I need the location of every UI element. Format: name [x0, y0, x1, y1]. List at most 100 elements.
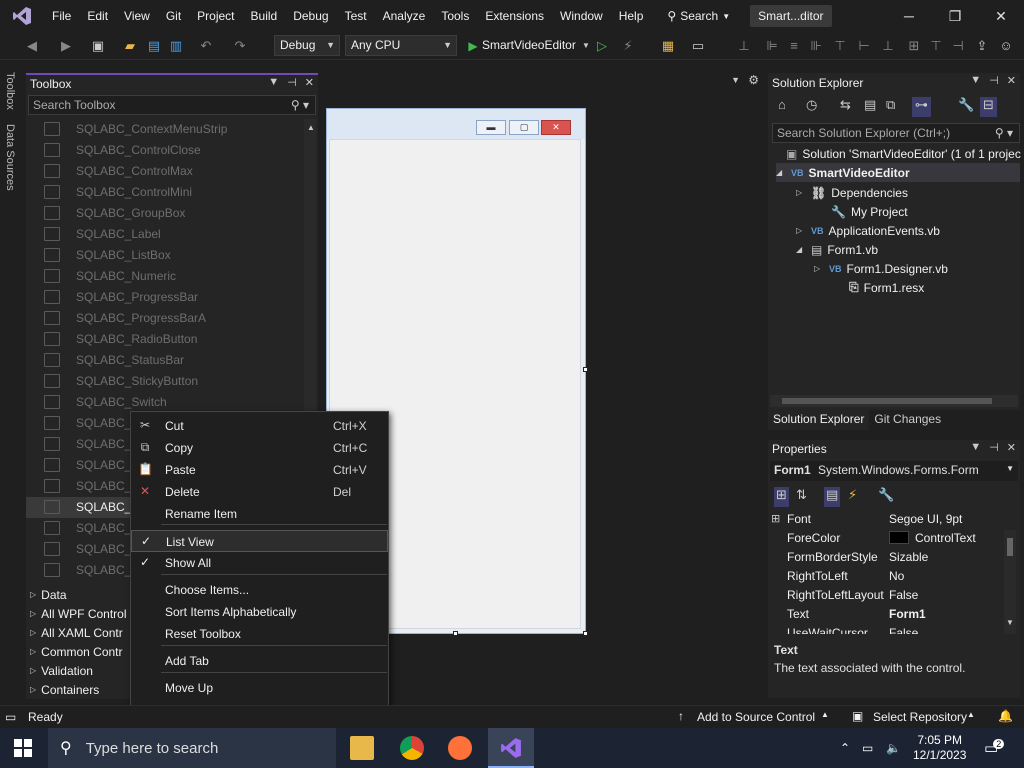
back-icon[interactable]: ◀	[24, 38, 40, 54]
menu-item-rename-item[interactable]: Rename Item	[131, 503, 388, 525]
toolbox-item[interactable]: SQLABC_Label	[26, 224, 306, 245]
menu-item-cut[interactable]: ✂ Cut Ctrl+X	[131, 415, 388, 437]
pin-icon[interactable]: ⊣	[989, 441, 999, 454]
solution-explorer-icon[interactable]: ▦	[660, 38, 676, 54]
align-middle-icon[interactable]: ⊢	[856, 38, 872, 54]
menu-file[interactable]: File	[44, 0, 79, 32]
start-without-debug-icon[interactable]: ▷	[594, 38, 610, 54]
tray-chevron-icon[interactable]: ⌃	[840, 728, 850, 768]
menu-item-delete[interactable]: ✕ Delete Del	[131, 481, 388, 503]
tree-node[interactable]: ▷ ⛓ Dependencies	[796, 183, 908, 202]
tree-node[interactable]: ◢ ▤ Form1.vb	[796, 240, 878, 259]
toolbox-category[interactable]: ▷ All WPF Control	[30, 604, 127, 623]
categorized-icon[interactable]: ⊞	[774, 487, 789, 507]
wrench-icon[interactable]: 🔧	[958, 97, 974, 117]
start-debug-icon[interactable]: ▶	[465, 38, 481, 54]
menu-extensions[interactable]: Extensions	[477, 0, 552, 32]
align-bottom-icon[interactable]: ⊥	[880, 38, 896, 54]
space-icon[interactable]: ⊞	[906, 38, 922, 54]
toolbox-category[interactable]: ▷ All XAML Contr	[30, 623, 123, 642]
space2-icon[interactable]: ⊤	[928, 38, 944, 54]
pin-icon[interactable]: ⊣	[989, 74, 999, 87]
expanded-icon[interactable]: ◢	[776, 168, 786, 177]
expander-icon[interactable]: ▷	[796, 188, 806, 197]
menu-tools[interactable]: Tools	[433, 0, 477, 32]
menu-item-reset-toolbox[interactable]: Reset Toolbox	[131, 623, 388, 645]
hot-reload-icon[interactable]: ⚡	[620, 38, 636, 54]
tab-dropdown-icon[interactable]: ▼	[731, 75, 740, 85]
dropdown-icon[interactable]: ▼	[268, 76, 279, 89]
toolbox-category[interactable]: ▷ Common Contr	[30, 642, 123, 661]
visual-studio-logo-icon[interactable]	[0, 0, 44, 32]
gear-icon[interactable]: ⚙	[748, 73, 759, 87]
property-value[interactable]: Segoe UI, 9pt	[889, 512, 962, 526]
firefox-icon[interactable]	[448, 736, 472, 760]
scroll-down-icon[interactable]: ▼	[1006, 618, 1014, 627]
close-icon[interactable]: ✕	[305, 76, 314, 89]
maximize-button[interactable]: ❐	[932, 0, 978, 32]
notification-center-icon[interactable]: ▭ 2	[984, 728, 1005, 768]
layout-icon[interactable]: ▭	[690, 38, 706, 54]
menu-item-show-all[interactable]: ✓ Show All	[131, 552, 388, 574]
save-all-icon[interactable]: ▥	[168, 38, 184, 54]
toolbox-item[interactable]: SQLABC_ControlClose	[26, 140, 306, 161]
space3-icon[interactable]: ⊣	[950, 38, 966, 54]
expander-icon[interactable]: ▷	[814, 264, 824, 273]
scroll-thumb[interactable]	[1007, 538, 1013, 556]
toolbox-category[interactable]: ▷ Containers	[30, 680, 99, 699]
scroll-thumb[interactable]	[782, 398, 992, 404]
scroll-up-icon[interactable]: ▲	[307, 123, 315, 132]
history-icon[interactable]: ◷	[806, 97, 817, 117]
align-top-icon[interactable]: ⊤	[832, 38, 848, 54]
property-row[interactable]: UseWaitCursor False	[768, 624, 1000, 634]
menu-item-sort-items-alphabetically[interactable]: Sort Items Alphabetically	[131, 601, 388, 623]
platform-select[interactable]: Any CPU ▼	[345, 35, 457, 56]
data-sources-side-tab[interactable]: Data Sources	[4, 124, 16, 191]
tree-node[interactable]: ⎘ Form1.resx	[834, 278, 924, 297]
visual-studio-taskbar-icon[interactable]	[488, 728, 534, 768]
property-row[interactable]: ForeColor ControlText	[768, 529, 1000, 548]
share-icon[interactable]: ⇪	[974, 38, 990, 54]
resize-handle-right[interactable]	[583, 367, 588, 372]
taskbar-search-box[interactable]: ⚲ Type here to search	[48, 728, 336, 768]
toolbox-category[interactable]: ▷ Data	[30, 585, 67, 604]
property-row[interactable]: RightToLeft No	[768, 567, 1000, 586]
open-folder-icon[interactable]: ▰	[122, 38, 138, 54]
toolbox-side-tab[interactable]: Toolbox	[4, 72, 16, 110]
solution-search-input[interactable]: Search Solution Explorer (Ctrl+;) ⚲ ▾	[772, 123, 1020, 143]
dropdown-icon[interactable]: ▼	[970, 441, 981, 454]
align-icon[interactable]: ⊥	[736, 38, 752, 54]
add-source-control-button[interactable]: Add to Source Control	[697, 710, 815, 724]
clock[interactable]: 7:05 PM 12/1/2023	[913, 728, 966, 768]
save-icon[interactable]: ▤	[146, 38, 162, 54]
property-value[interactable]: ControlText	[915, 531, 976, 545]
property-value[interactable]: False	[889, 588, 918, 602]
close-window-button[interactable]: ✕	[978, 0, 1024, 32]
align-left-icon[interactable]: ⊫	[764, 38, 780, 54]
properties-icon[interactable]: ▤	[824, 487, 841, 507]
menu-window[interactable]: Window	[552, 0, 611, 32]
horizontal-scrollbar[interactable]	[770, 395, 1018, 407]
toolbox-item[interactable]: SQLABC_RadioButton	[26, 329, 306, 350]
run-target-dropdown-icon[interactable]: ▼	[578, 38, 594, 54]
dropdown-icon[interactable]: ▼	[970, 74, 981, 87]
alphabetical-icon[interactable]: ⇅	[796, 487, 807, 507]
menu-edit[interactable]: Edit	[79, 0, 116, 32]
config-select[interactable]: Debug ▼	[274, 35, 340, 56]
project-node[interactable]: ◢ VB SmartVideoEditor	[776, 163, 1020, 182]
toolbox-item[interactable]: SQLABC_ProgressBar	[26, 287, 306, 308]
solution-node[interactable]: ▣ Solution 'SmartVideoEditor' (1 of 1 pr…	[786, 144, 1021, 163]
property-value[interactable]: Sizable	[889, 550, 928, 564]
minimize-button[interactable]: ─	[886, 0, 932, 32]
menu-item-add-tab[interactable]: Add Tab	[131, 650, 388, 672]
menu-analyze[interactable]: Analyze	[375, 0, 434, 32]
tree-node[interactable]: 🔧 My Project	[816, 202, 908, 221]
align-right-icon[interactable]: ⊪	[808, 38, 824, 54]
align-center-icon[interactable]: ≡	[786, 38, 802, 54]
menu-help[interactable]: Help	[611, 0, 652, 32]
object-selector[interactable]: Form1 System.Windows.Forms.Form ▼	[770, 461, 1018, 481]
sync-icon[interactable]: ⇆	[840, 97, 851, 117]
property-row[interactable]: Text Form1	[768, 605, 1000, 624]
tree-node[interactable]: ▷ VB ApplicationEvents.vb	[796, 221, 940, 240]
property-scrollbar[interactable]: ▼	[1004, 530, 1016, 634]
